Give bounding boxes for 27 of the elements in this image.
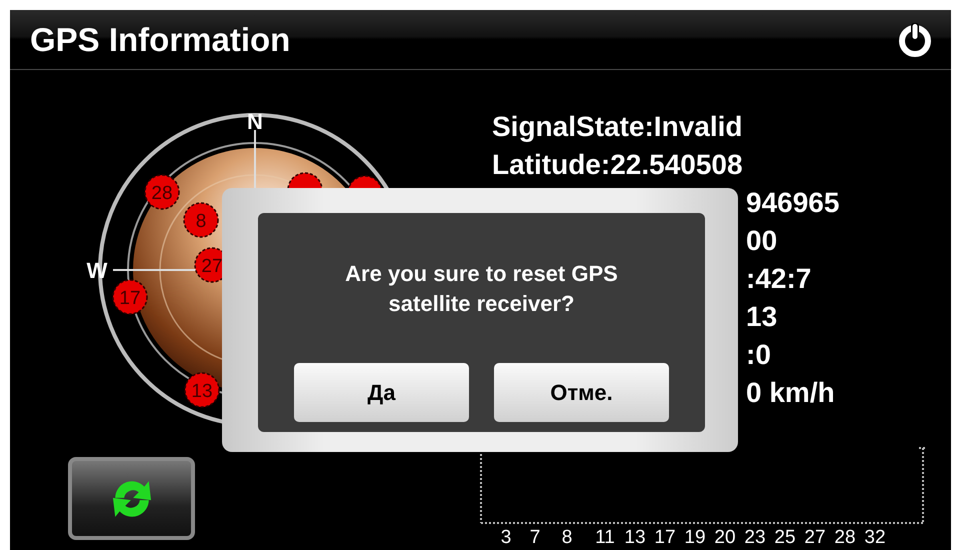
satellite-number: 20 — [714, 527, 736, 546]
dialog-button[interactable]: Да — [294, 363, 469, 422]
info-text: SignalState:Invalid — [492, 111, 742, 142]
satellite-number: 19 — [684, 527, 706, 546]
satellite-number: 3 — [500, 527, 512, 546]
refresh-button[interactable] — [68, 457, 195, 540]
satellite-number: 28 — [834, 527, 856, 546]
window-title: GPS Information — [30, 20, 290, 58]
info-text: 13 — [746, 301, 778, 332]
dialog-message: Are you sure to reset GPS satellite receiver? — [344, 260, 619, 318]
satellite-number: 32 — [864, 527, 886, 546]
satellite-number: 11 — [595, 527, 615, 546]
info-text: 00 — [746, 225, 778, 256]
power-icon[interactable] — [897, 22, 933, 58]
dialog-button[interactable]: Отме. — [494, 363, 669, 422]
info-text: 0 km/h — [746, 377, 835, 408]
satellite-number: 17 — [654, 527, 676, 546]
info-text: Latitude:22.540508 — [492, 149, 743, 180]
satellite-number: 23 — [744, 527, 766, 546]
satellite-number: 7 — [530, 527, 540, 546]
satellite-number: 27 — [804, 527, 826, 546]
satellite-number: 13 — [624, 527, 646, 546]
info-text: 946965 — [746, 187, 840, 218]
info-text: :42:7 — [746, 263, 812, 294]
info-text: :0 — [746, 339, 771, 370]
satellite-number: 8 — [562, 527, 572, 546]
satellite-number: 25 — [774, 527, 796, 546]
